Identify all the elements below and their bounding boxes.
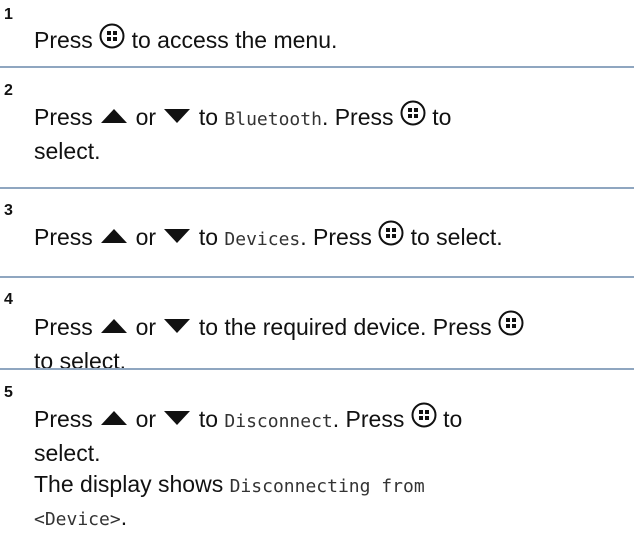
step-number: 5 [4,384,13,401]
step-number: 4 [4,291,13,308]
menu-code: Devices [224,229,301,251]
step-number: 1 [4,6,13,23]
menu-ok-button-icon [378,220,404,254]
step-number: 3 [4,202,13,219]
step-number: 2 [4,82,13,99]
up-arrow-icon [99,102,129,133]
menu-ok-button-icon [411,402,437,436]
display-message-device: <Device> [34,509,121,530]
down-arrow-icon [162,102,192,133]
down-arrow-icon [162,222,192,253]
down-arrow-icon [162,404,192,435]
step-text: Press or to Disconnect. Press to select.… [34,402,632,535]
menu-code: Disconnect [224,411,333,433]
step-text: Press or to Bluetooth. Press to select. [34,100,632,167]
up-arrow-icon [99,222,129,253]
divider [0,368,634,370]
up-arrow-icon [99,404,129,435]
menu-ok-button-icon [99,23,125,57]
step-text: Press to access the menu. [34,23,632,59]
display-message: Disconnecting from [229,476,425,497]
menu-code: Bluetooth [224,109,322,131]
divider [0,276,634,278]
menu-ok-button-icon [400,100,426,134]
step-text: Press or to Devices. Press to select. [34,220,632,256]
menu-ok-button-icon [498,310,524,344]
divider [0,66,634,68]
up-arrow-icon [99,312,129,343]
divider [0,187,634,189]
down-arrow-icon [162,312,192,343]
